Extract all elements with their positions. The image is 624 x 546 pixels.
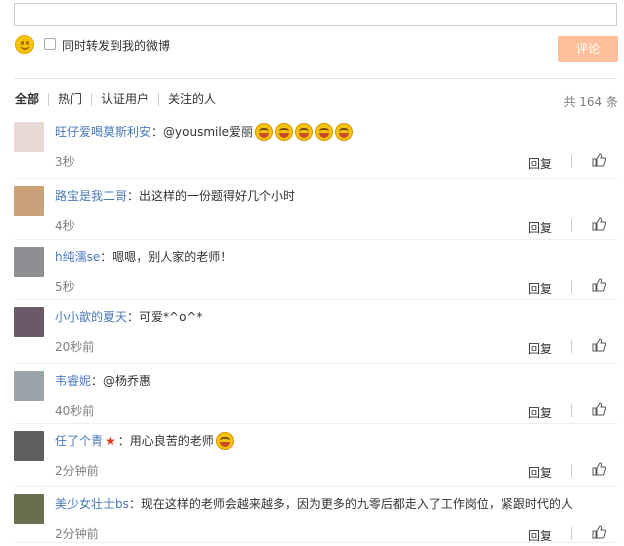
like-icon[interactable] bbox=[592, 525, 606, 539]
filter-tabs: 全部 热门 认证用户 关注的人 bbox=[15, 93, 234, 106]
avatar[interactable] bbox=[14, 431, 44, 461]
divider bbox=[571, 155, 572, 168]
avatar[interactable] bbox=[14, 494, 44, 524]
like-icon[interactable] bbox=[592, 278, 606, 292]
like-icon[interactable] bbox=[592, 217, 606, 231]
avatar[interactable] bbox=[14, 307, 44, 337]
comment-item: 美少女壮士bs：现在这样的老师会越来越多，因为更多的九零后都走入了工作岗位，紧跟… bbox=[14, 487, 617, 543]
comment-content: 美少女壮士bs：现在这样的老师会越来越多，因为更多的九零后都走入了工作岗位，紧跟… bbox=[55, 495, 573, 512]
comment-user[interactable]: 路宝是我二哥 bbox=[55, 189, 127, 203]
comment-content: 小小歆的夏天：可爱*^o^* bbox=[55, 308, 202, 325]
divider bbox=[571, 527, 572, 540]
divider bbox=[571, 219, 572, 232]
divider bbox=[14, 78, 617, 79]
comment-time: 20秒前 bbox=[55, 340, 95, 354]
comment-content: 任了个青 ★ ：用心良苦的老师 bbox=[55, 432, 234, 450]
reply-button[interactable]: 回复 bbox=[528, 155, 552, 172]
tab-all[interactable]: 全部 bbox=[15, 93, 50, 106]
tab-hot[interactable]: 热门 bbox=[58, 93, 93, 106]
comment-time: 5秒 bbox=[55, 280, 75, 294]
comment-user[interactable]: h纯濡se bbox=[55, 250, 100, 264]
comment-time: 2分钟前 bbox=[55, 464, 99, 478]
comment-user[interactable]: 旺仔爱喝莫斯利安 bbox=[55, 125, 151, 139]
comment-item: 韦睿妮：@杨乔惠 40秒前 回复 bbox=[14, 364, 617, 424]
divider bbox=[571, 464, 572, 477]
comment-time: 3秒 bbox=[55, 155, 75, 169]
comment-item: 旺仔爱喝莫斯利安：@yousmile爱丽 3秒 回复 bbox=[14, 115, 617, 179]
like-icon[interactable] bbox=[592, 462, 606, 476]
comment-text: ：出这样的一份题得好几个小时 bbox=[127, 189, 296, 203]
comment-content: 韦睿妮：@杨乔惠 bbox=[55, 372, 151, 389]
comment-time: 40秒前 bbox=[55, 404, 95, 418]
laugh-emoji-icon bbox=[315, 123, 334, 141]
divider bbox=[571, 280, 572, 293]
laugh-emoji-icon bbox=[215, 432, 234, 450]
comment-user[interactable]: 任了个青 bbox=[55, 434, 103, 448]
reply-button[interactable]: 回复 bbox=[528, 219, 552, 236]
avatar[interactable] bbox=[14, 122, 44, 152]
comment-item: 任了个青 ★ ：用心良苦的老师 2分钟前 回复 bbox=[14, 424, 617, 487]
comment-item: 小小歆的夏天：可爱*^o^* 20秒前 回复 bbox=[14, 300, 617, 364]
reply-button[interactable]: 回复 bbox=[528, 527, 552, 544]
comment-time: 2分钟前 bbox=[55, 527, 99, 541]
comment-time: 4秒 bbox=[55, 219, 75, 233]
divider bbox=[571, 404, 572, 417]
comment-text: ：现在这样的老师会越来越多，因为更多的九零后都走入了工作岗位，紧跟时代的人 bbox=[128, 497, 573, 511]
reply-button[interactable]: 回复 bbox=[528, 280, 552, 297]
like-icon[interactable] bbox=[592, 338, 606, 352]
comment-text: ：嗯嗯，别人家的老师！ bbox=[100, 250, 233, 264]
comment-text: ：用心良苦的老师 bbox=[117, 434, 214, 448]
avatar[interactable] bbox=[14, 186, 44, 216]
comment-user[interactable]: 美少女壮士bs bbox=[55, 497, 129, 511]
repost-checkbox[interactable] bbox=[44, 38, 56, 50]
comment-content: 路宝是我二哥：出这样的一份题得好几个小时 bbox=[55, 187, 295, 204]
reply-button[interactable]: 回复 bbox=[528, 464, 552, 481]
like-icon[interactable] bbox=[592, 153, 606, 167]
emoji-icon[interactable] bbox=[15, 35, 34, 54]
repost-label: 同时转发到我的微博 bbox=[62, 39, 171, 53]
comment-item: 路宝是我二哥：出这样的一份题得好几个小时 4秒 回复 bbox=[14, 179, 617, 240]
comment-count: 共 164 条 bbox=[563, 95, 618, 109]
tab-verified[interactable]: 认证用户 bbox=[101, 93, 160, 106]
reply-button[interactable]: 回复 bbox=[528, 340, 552, 357]
laugh-emoji-icon bbox=[335, 123, 354, 141]
tab-following[interactable]: 关注的人 bbox=[168, 93, 225, 106]
laugh-emoji-icon bbox=[275, 123, 294, 141]
laugh-emoji-icon bbox=[295, 123, 314, 141]
comment-user[interactable]: 韦睿妮 bbox=[55, 374, 91, 388]
comment-item: h纯濡se：嗯嗯，别人家的老师！ 5秒 回复 bbox=[14, 240, 617, 300]
reply-button[interactable]: 回复 bbox=[528, 404, 552, 421]
comment-input[interactable] bbox=[14, 3, 617, 26]
comment-text: ：@杨乔惠 bbox=[91, 374, 152, 388]
avatar[interactable] bbox=[14, 247, 44, 277]
divider bbox=[571, 340, 572, 353]
like-icon[interactable] bbox=[592, 402, 606, 416]
comment-button[interactable]: 评论 bbox=[558, 36, 618, 62]
comment-text: ：@yousmile爱丽 bbox=[151, 125, 254, 139]
laugh-emoji-icon bbox=[255, 123, 274, 141]
comment-text: ：可爱*^o^* bbox=[127, 310, 203, 324]
comment-content: 旺仔爱喝莫斯利安：@yousmile爱丽 bbox=[55, 123, 354, 141]
star-badge-icon: ★ bbox=[105, 434, 116, 448]
avatar[interactable] bbox=[14, 371, 44, 401]
comment-user[interactable]: 小小歆的夏天 bbox=[55, 310, 127, 324]
comment-content: h纯濡se：嗯嗯，别人家的老师！ bbox=[55, 248, 232, 265]
